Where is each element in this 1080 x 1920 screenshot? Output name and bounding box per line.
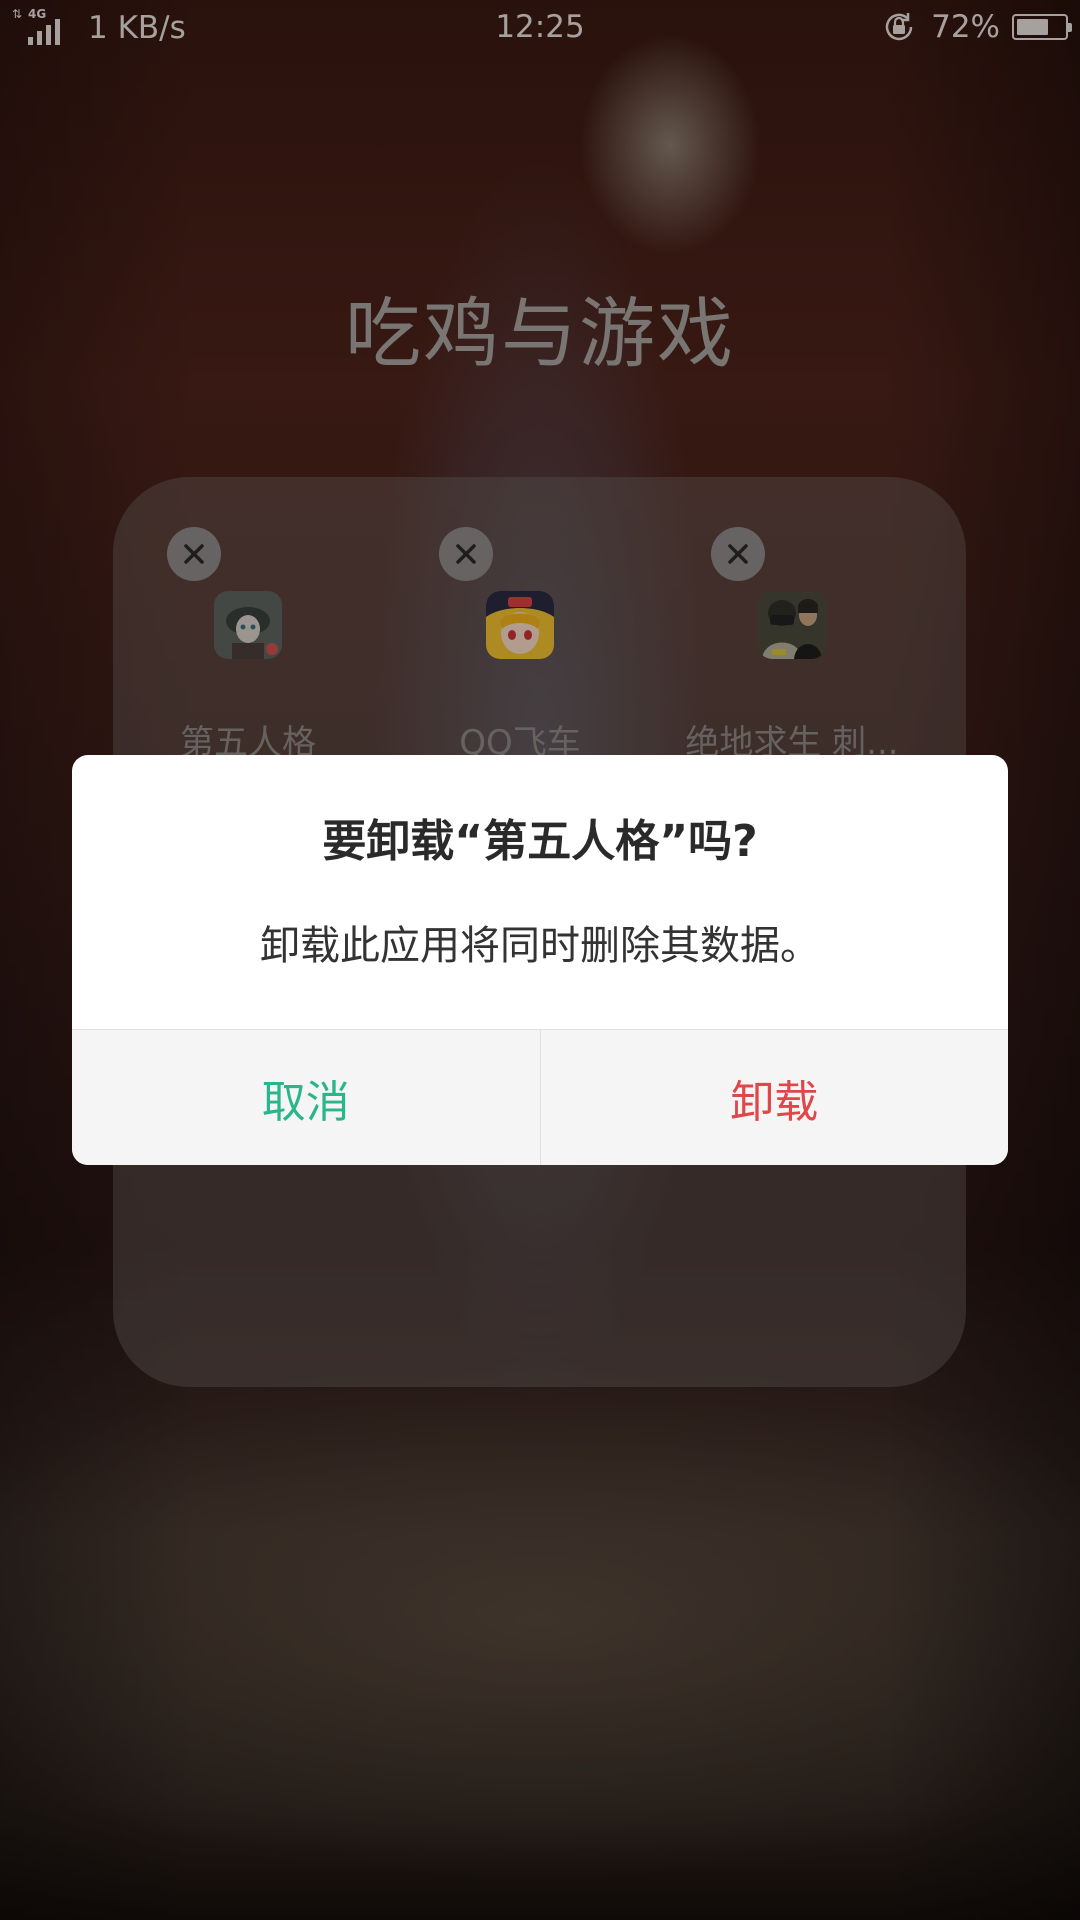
dialog-title: 要卸载“第五人格”吗? bbox=[322, 816, 758, 867]
uninstall-dialog: 要卸载“第五人格”吗? 卸载此应用将同时删除其数据。 取消 卸载 bbox=[72, 755, 1008, 1165]
dialog-actions: 取消 卸载 bbox=[72, 1029, 1008, 1165]
home-screen: ⇅ 4G 1 KB/s 12:25 72% 吃鸡与游戏 第五人格 QQ飞车 绝地… bbox=[0, 0, 1080, 1920]
cancel-button[interactable]: 取消 bbox=[72, 1030, 540, 1165]
dialog-message: 卸载此应用将同时删除其数据。 bbox=[260, 923, 820, 969]
uninstall-confirm-button[interactable]: 卸载 bbox=[541, 1030, 1009, 1165]
